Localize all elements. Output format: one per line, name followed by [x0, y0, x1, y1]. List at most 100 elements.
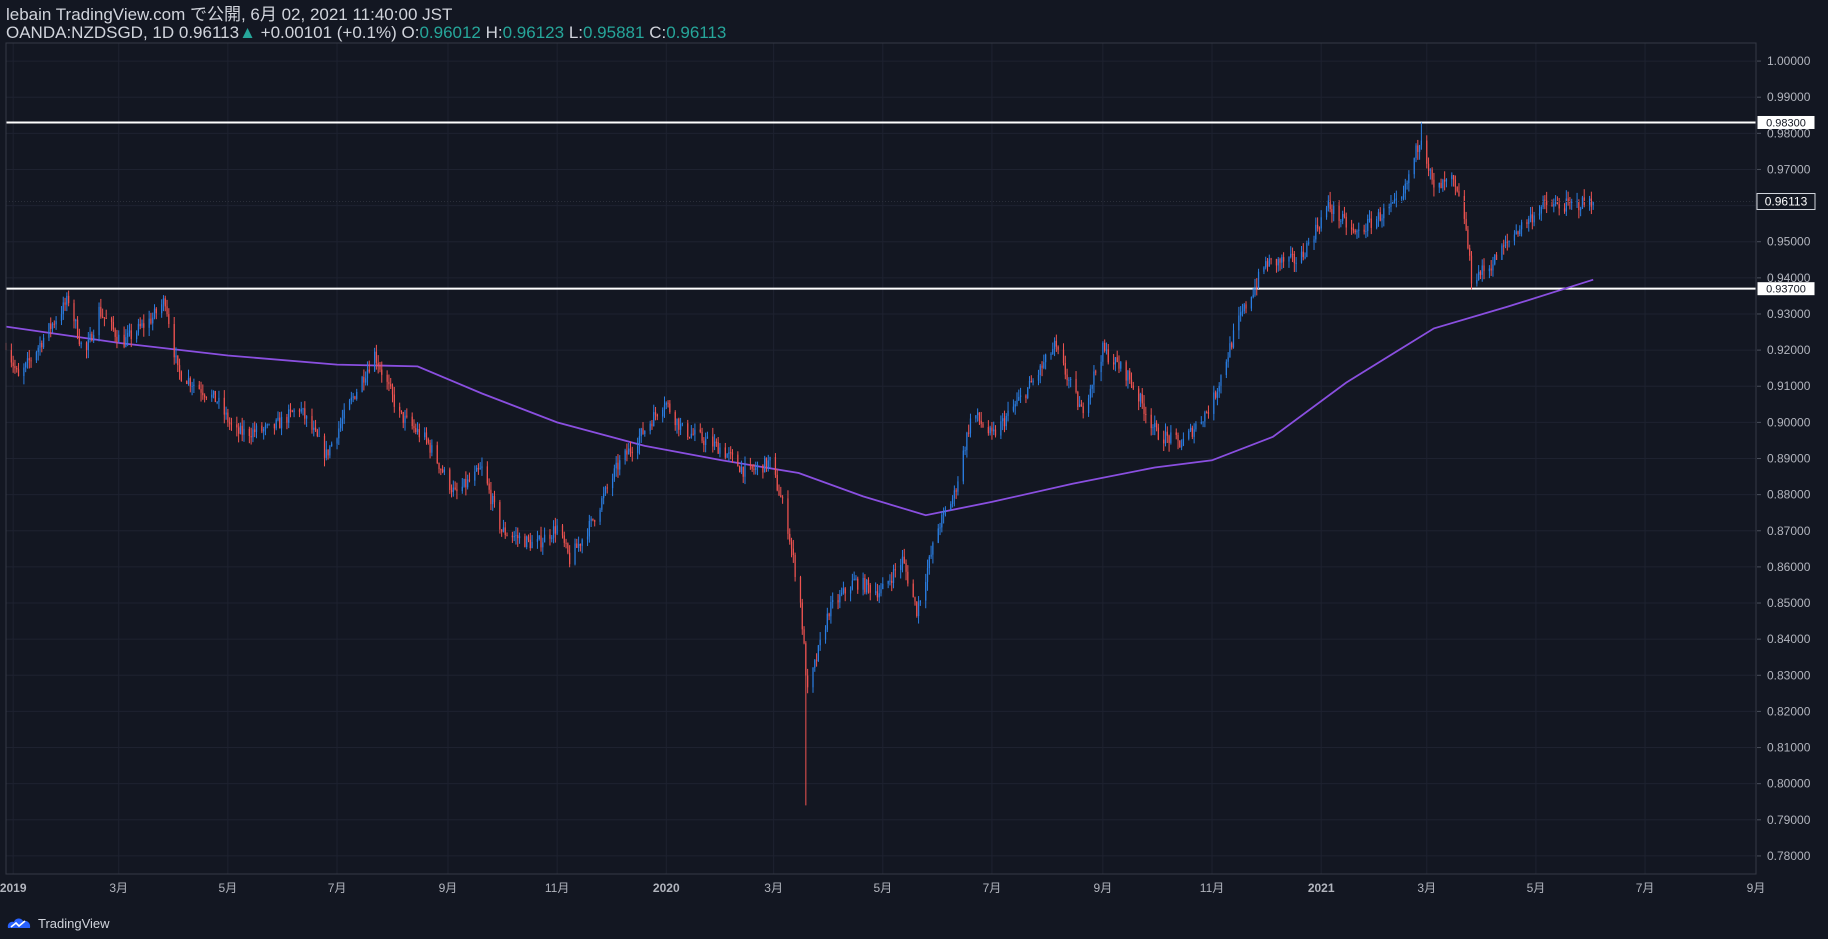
candle — [776, 469, 778, 492]
candle — [699, 423, 701, 434]
candle-body — [688, 437, 691, 439]
candle-body — [1157, 427, 1159, 440]
chart-area[interactable]: 0.983000.93700 1.000000.990000.980000.97… — [0, 0, 1828, 939]
candle-body — [450, 489, 453, 493]
candle-body — [1037, 375, 1040, 381]
candle — [586, 528, 589, 547]
candle-body — [153, 308, 156, 318]
candle-body — [588, 520, 590, 537]
candle — [1580, 206, 1582, 217]
candle-body — [1114, 357, 1117, 365]
candle-body — [452, 487, 454, 493]
brand-label: TradingView — [38, 915, 110, 931]
candle — [1091, 384, 1093, 398]
candle — [103, 317, 106, 327]
candle — [687, 419, 689, 440]
candle — [1440, 178, 1442, 189]
candle-body — [681, 423, 684, 425]
candle-body — [1282, 257, 1285, 262]
y-tick-label: 0.86000 — [1767, 560, 1811, 574]
candle — [703, 437, 705, 453]
candle — [653, 404, 655, 427]
candle — [490, 482, 492, 511]
candle-body — [1277, 259, 1279, 266]
candle — [1481, 259, 1483, 282]
candle — [1163, 430, 1165, 452]
candle-body — [1138, 388, 1140, 402]
candle — [978, 412, 981, 425]
candle — [128, 323, 131, 337]
candle-body — [980, 420, 982, 424]
candle — [987, 420, 989, 436]
candle — [1241, 303, 1244, 317]
candle — [712, 427, 714, 453]
candle — [1068, 377, 1070, 389]
candle — [1526, 219, 1528, 229]
candle — [989, 425, 991, 436]
candle-body — [1093, 371, 1095, 385]
candle-body — [824, 629, 827, 640]
candle — [28, 349, 30, 369]
candle — [14, 359, 16, 374]
candle — [1043, 354, 1045, 370]
candle-body — [839, 594, 841, 603]
candle-body — [864, 577, 866, 593]
candle-body — [916, 601, 918, 617]
candle-body — [515, 535, 517, 537]
y-tick-label: 0.80000 — [1767, 777, 1811, 791]
candle — [1546, 191, 1548, 214]
candle — [1492, 256, 1494, 277]
candle-body — [62, 302, 64, 315]
candle-body — [366, 369, 369, 379]
candle — [807, 668, 809, 694]
candle-body — [64, 302, 66, 305]
candle — [436, 441, 438, 465]
candle — [875, 582, 877, 596]
candle — [819, 632, 821, 651]
candle-body — [991, 427, 993, 432]
candle-body — [1320, 217, 1322, 229]
x-tick-label: 5月 — [873, 881, 892, 895]
candle — [515, 526, 517, 545]
candle — [524, 533, 526, 548]
candle — [1007, 401, 1009, 422]
y-tick-label: 0.91000 — [1767, 379, 1811, 393]
y-tick-label: 0.85000 — [1767, 596, 1811, 610]
candle-body — [191, 386, 193, 388]
candle — [581, 538, 583, 554]
candle — [275, 418, 277, 431]
candle-body — [1463, 195, 1465, 219]
candle-body — [55, 320, 57, 325]
candle-body — [717, 442, 719, 454]
candle-body — [1454, 179, 1457, 187]
candle — [864, 574, 866, 595]
candle — [23, 363, 25, 385]
candle-body — [239, 425, 242, 434]
candle — [867, 577, 870, 594]
candle — [993, 421, 995, 436]
candle — [794, 552, 796, 582]
candle — [1350, 219, 1353, 235]
candle — [331, 441, 333, 447]
candle — [415, 423, 417, 435]
time-axis[interactable]: 2019 3月 5月 7月 9月 11月 2020 3月 5月 7月 9月 11月 2021 3月 5月 7月… — [0, 881, 1765, 895]
candle-body — [305, 416, 308, 419]
candle — [631, 446, 633, 462]
tradingview-brand[interactable]: TradingView — [6, 915, 110, 931]
candle — [1451, 172, 1453, 187]
candle — [739, 465, 741, 473]
candle-body — [713, 441, 716, 447]
candle-body — [592, 518, 594, 521]
grid — [6, 43, 1757, 874]
candle-body — [293, 410, 295, 412]
candle-body — [826, 613, 828, 630]
candle-body — [1567, 198, 1569, 201]
candle-body — [53, 323, 55, 325]
candle — [85, 341, 88, 359]
candle-body — [642, 428, 644, 434]
candle-body — [1578, 201, 1580, 211]
candle — [1129, 368, 1131, 384]
candle-body — [1544, 199, 1546, 201]
candle-body — [830, 601, 832, 617]
candle — [991, 421, 993, 440]
